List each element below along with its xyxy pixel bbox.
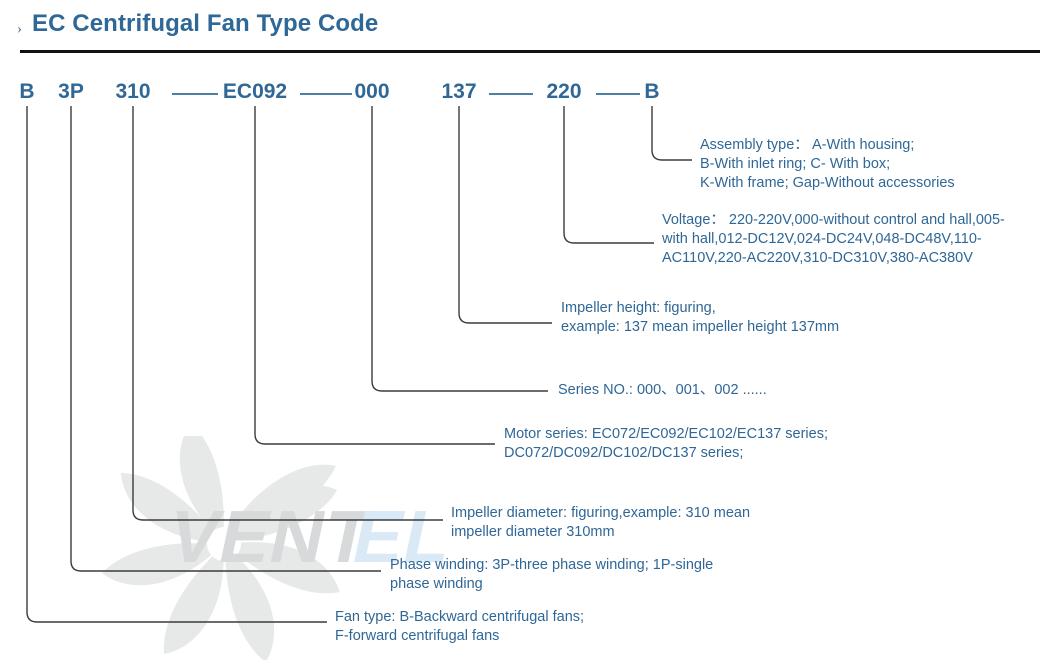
leader-series-no <box>371 120 548 392</box>
note-line: phase winding <box>390 576 483 592</box>
note-line: with hall,012-DC12V,024-DC24V,048-DC48V,… <box>662 231 982 247</box>
note-impeller-height: Impeller height: figuring, example: 137 … <box>561 299 839 337</box>
note-line: AC110V,220-AC220V,310-DC310V,380-AC380V <box>662 250 973 266</box>
note-line: Voltage： 220-220V,000-without control an… <box>662 212 1005 228</box>
note-line: F-forward centrifugal fans <box>335 628 500 644</box>
note-line: K-With frame; Gap-Without accessories <box>700 175 955 191</box>
code-ticks <box>26 106 653 120</box>
leader-voltage <box>563 120 654 244</box>
leader-assembly-type <box>651 120 692 161</box>
note-motor-series: Motor series: EC072/EC092/EC102/EC137 se… <box>504 425 828 463</box>
leader-impeller-height <box>458 120 552 324</box>
note-line: Motor series: EC072/EC092/EC102/EC137 se… <box>504 426 828 442</box>
note-line: impeller diameter 310mm <box>451 524 615 540</box>
leader-impeller-diameter <box>132 120 443 521</box>
note-impeller-diameter: Impeller diameter: figuring,example: 310… <box>451 504 750 542</box>
note-line: Series NO.: 000、001、002 ...... <box>558 382 767 398</box>
note-line: Assembly type： A-With housing; <box>700 137 915 153</box>
note-line: Phase winding: 3P-three phase winding; 1… <box>390 557 714 573</box>
note-fan-type: Fan type: B-Backward centrifugal fans; F… <box>335 608 584 646</box>
note-line: example: 137 mean impeller height 137mm <box>561 319 840 335</box>
leader-phase-winding <box>70 120 381 572</box>
note-line: Impeller diameter: figuring,example: 310… <box>451 505 751 521</box>
note-phase-winding: Phase winding: 3P-three phase winding; 1… <box>390 556 713 594</box>
note-assembly-type: Assembly type： A-With housing; B-With in… <box>700 136 955 193</box>
diagram-canvas: › EC Centrifugal Fan Type Code VENT EL B… <box>0 0 1059 668</box>
note-line: DC072/DC092/DC102/DC137 series; <box>504 445 744 461</box>
leader-fan-type <box>26 120 327 623</box>
note-line: Impeller height: figuring, <box>561 300 716 316</box>
note-series-no: Series NO.: 000、001、002 ...... <box>558 381 767 400</box>
note-line: B-With inlet ring; C- With box; <box>700 156 891 172</box>
note-line: Fan type: B-Backward centrifugal fans; <box>335 609 585 625</box>
note-voltage: Voltage： 220-220V,000-without control an… <box>662 211 1005 268</box>
